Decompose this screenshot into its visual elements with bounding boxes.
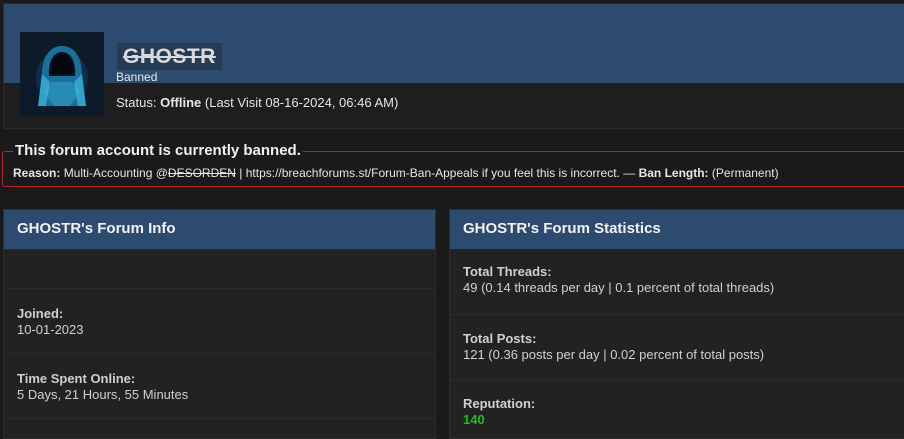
total-threads-row: Total Threads: 49 (0.14 threads per day …: [450, 249, 904, 314]
profile-header: GHOSTR Banned Status: Offline (Last Visi…: [3, 3, 904, 129]
ban-details: Reason: Multi-Accounting @DESORDEN | htt…: [13, 166, 779, 180]
ban-notice: This forum account is currently banned. …: [2, 142, 904, 187]
joined-value: 10-01-2023: [17, 322, 84, 337]
joined-row: Joined: 10-01-2023: [4, 288, 435, 354]
ban-reason-label: Reason:: [13, 166, 61, 180]
total-posts-row: Total Posts: 121 (0.36 posts per day | 0…: [450, 314, 904, 380]
forum-info-panel: GHOSTR's Forum Info Joined: 10-01-2023 T…: [3, 209, 436, 439]
reputation-label: Reputation:: [463, 396, 536, 411]
ban-length-value: (Permanent): [711, 166, 779, 180]
avatar[interactable]: [20, 32, 104, 116]
reputation-row: Reputation: 140: [450, 379, 904, 438]
total-threads-value: 49 (0.14 threads per day | 0.1 percent o…: [463, 280, 775, 295]
user-title: Banned: [116, 70, 158, 84]
time-online-label: Time Spent Online:: [17, 371, 136, 386]
ban-length-label: Ban Length:: [638, 166, 709, 180]
joined-label: Joined:: [17, 306, 64, 321]
forum-info-empty-row: [4, 249, 435, 289]
total-posts-label: Total Posts:: [463, 331, 537, 346]
forum-info-title: GHOSTR's Forum Info: [4, 210, 435, 249]
ban-reason-struck-user: DESORDEN: [167, 166, 236, 180]
reputation-value[interactable]: 140: [463, 412, 485, 427]
forum-info-next-row: [4, 418, 435, 438]
time-online-row: Time Spent Online: 5 Days, 21 Hours, 55 …: [4, 353, 435, 419]
time-online-value: 5 Days, 21 Hours, 55 Minutes: [17, 387, 189, 402]
status-label: Status:: [116, 95, 157, 110]
total-posts-value: 121 (0.36 posts per day | 0.02 percent o…: [463, 347, 765, 362]
username: GHOSTR: [117, 43, 222, 70]
status-line: Status: Offline (Last Visit 08-16-2024, …: [116, 95, 398, 110]
status-value: Offline: [160, 95, 202, 110]
forum-stats-title: GHOSTR's Forum Statistics: [450, 210, 904, 249]
hooded-figure-icon: [20, 32, 104, 116]
ban-reason-prefix: Multi-Accounting @: [63, 166, 168, 180]
last-visit: (Last Visit 08-16-2024, 06:46 AM): [204, 95, 399, 110]
ban-reason-suffix: | https://breachforums.st/Forum-Ban-Appe…: [239, 166, 636, 180]
forum-stats-panel: GHOSTR's Forum Statistics Total Threads:…: [449, 209, 904, 439]
total-threads-label: Total Threads:: [463, 264, 552, 279]
ban-heading: This forum account is currently banned.: [13, 142, 303, 160]
